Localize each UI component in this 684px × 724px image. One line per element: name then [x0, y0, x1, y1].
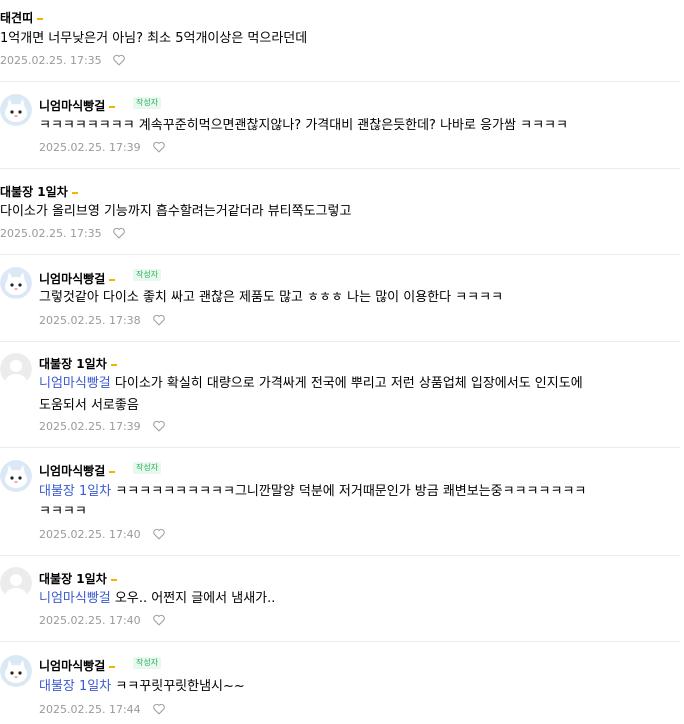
comment-text: 대불장 1일차 ㅋㅋㅋㅋㅋㅋㅋㅋㅋㅋ그니깐말양 덕분에 저거때문인가 방금 쾌변…: [39, 484, 587, 499]
level-icon: [109, 470, 116, 473]
comment-date: 2025.02.25. 17:44: [39, 703, 141, 716]
comment-author[interactable]: 니엄마식빵걸: [39, 657, 116, 674]
default-user-avatar[interactable]: [0, 353, 32, 385]
divider: [0, 641, 680, 642]
heart-outline-icon[interactable]: [152, 528, 166, 540]
divider: [0, 341, 680, 342]
divider: [0, 81, 680, 82]
heart-outline-icon[interactable]: [152, 314, 166, 326]
writer-badge: 작성자: [133, 462, 162, 474]
comment-text: ㅋㅋㅋㅋㅋㅋㅋㅋ 계속꾸준히먹으면괜찮지않나? 가격대비 괜찮은듯한데? 나바로…: [39, 118, 568, 133]
level-icon: [109, 665, 116, 668]
cat-avatar[interactable]: [0, 460, 32, 492]
comment-text: 그렇것같아 다이소 좋치 싸고 괜찮은 제품도 많고 ㅎㅎㅎ 나는 많이 이용한…: [39, 290, 504, 305]
comment-date: 2025.02.25. 17:38: [39, 314, 141, 327]
comment-text: 니엄마식빵걸 다이소가 확실히 대량으로 가격싸게 전국에 뿌리고 저런 상품업…: [39, 376, 583, 391]
level-icon: [37, 17, 44, 20]
comment-author[interactable]: 대불장 1일차: [39, 355, 117, 372]
comment-text: 니엄마식빵걸 오우.. 어쩐지 글에서 냄새가..: [39, 591, 276, 606]
heart-outline-icon[interactable]: [112, 227, 126, 239]
comment-text: 1억개면 너무낮은거 아님? 최소 5억개이상은 먹으라던데: [0, 31, 308, 46]
comment-author[interactable]: 니엄마식빵걸: [39, 270, 116, 287]
writer-badge: 작성자: [133, 97, 162, 109]
comment-date: 2025.02.25. 17:40: [39, 528, 141, 541]
level-icon: [109, 105, 116, 108]
comment-date: 2025.02.25. 17:35: [0, 54, 102, 67]
comment-text: 다이소가 올리브영 기능까지 흡수할려는거같더라 뷰티쪽도그렇고: [0, 204, 352, 219]
heart-outline-icon[interactable]: [152, 420, 166, 432]
divider: [0, 254, 680, 255]
level-icon: [109, 278, 116, 281]
comment-date: 2025.02.25. 17:35: [0, 227, 102, 240]
comment-author[interactable]: 대불장 1일차: [39, 570, 117, 587]
heart-outline-icon[interactable]: [112, 54, 126, 66]
level-icon: [110, 578, 117, 581]
divider: [0, 447, 680, 448]
mention-link[interactable]: 대불장 1일차: [39, 484, 111, 499]
heart-outline-icon[interactable]: [152, 141, 166, 153]
divider: [0, 555, 680, 556]
comment-author[interactable]: 대불장 1일차: [0, 183, 78, 200]
comment-author[interactable]: 니엄마식빵걸: [39, 462, 116, 479]
default-user-avatar[interactable]: [0, 567, 32, 599]
comment-date: 2025.02.25. 17:40: [39, 614, 141, 627]
mention-link[interactable]: 니엄마식빵걸: [39, 591, 111, 606]
heart-outline-icon[interactable]: [152, 614, 166, 626]
comment-author[interactable]: 니엄마식빵걸: [39, 97, 116, 114]
comment-text-line2: ㅋㅋㅋㅋ: [39, 504, 87, 519]
heart-outline-icon[interactable]: [152, 703, 166, 715]
comment-text-line2: 도움되서 서로좋음: [39, 398, 139, 413]
writer-badge: 작성자: [133, 269, 162, 281]
divider: [0, 168, 680, 169]
cat-avatar[interactable]: [0, 267, 32, 299]
cat-avatar[interactable]: [0, 655, 32, 687]
comment-date: 2025.02.25. 17:39: [39, 420, 141, 433]
level-icon: [110, 363, 117, 366]
cat-avatar[interactable]: [0, 94, 32, 126]
mention-link[interactable]: 니엄마식빵걸: [39, 376, 111, 391]
writer-badge: 작성자: [133, 657, 162, 669]
comment-author[interactable]: 태견띠: [0, 9, 44, 26]
comment-date: 2025.02.25. 17:39: [39, 141, 141, 154]
mention-link[interactable]: 대불장 1일차: [39, 679, 111, 694]
comment-text: 대불장 1일차 ㅋㅋ꾸릿꾸릿한냄시~~: [39, 679, 245, 694]
level-icon: [71, 191, 78, 194]
